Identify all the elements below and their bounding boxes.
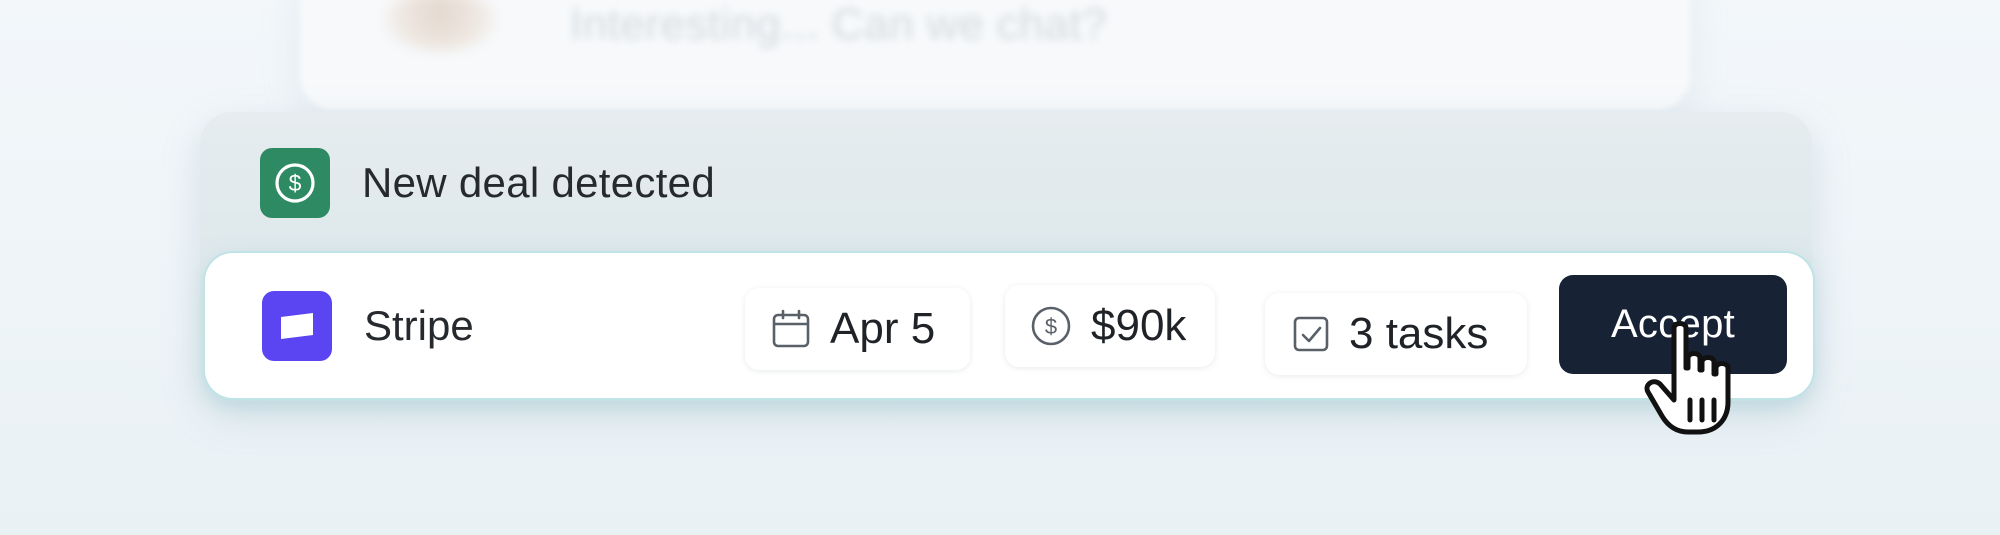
- notification-title: New deal detected: [362, 159, 715, 206]
- date-chip[interactable]: Apr 5: [745, 288, 970, 370]
- tasks-chip[interactable]: 3 tasks: [1265, 293, 1527, 375]
- company-name: Stripe: [364, 302, 474, 349]
- deal-row[interactable]: Stripe Apr 5 $ $90k 3 tasks Accept: [205, 253, 1813, 398]
- stripe-logo-icon: [262, 291, 332, 361]
- amount-chip[interactable]: $ $90k: [1005, 285, 1215, 367]
- date-value: Apr 5: [830, 304, 936, 353]
- dollar-circle-icon: $: [1031, 306, 1071, 346]
- background-message-text: Interesting... Can we chat?: [570, 0, 1107, 49]
- amount-value: $90k: [1091, 301, 1187, 350]
- dollar-circle-icon: $: [260, 148, 330, 218]
- tasks-value: 3 tasks: [1349, 309, 1489, 358]
- checkbox-icon: [1293, 316, 1329, 352]
- svg-text:$: $: [1045, 314, 1057, 339]
- svg-text:$: $: [289, 170, 302, 196]
- calendar-icon: [772, 309, 810, 348]
- notification-header: $ New deal detected: [260, 148, 715, 218]
- hand-pointer-cursor-icon: [1644, 321, 1731, 435]
- company: Stripe: [262, 291, 474, 361]
